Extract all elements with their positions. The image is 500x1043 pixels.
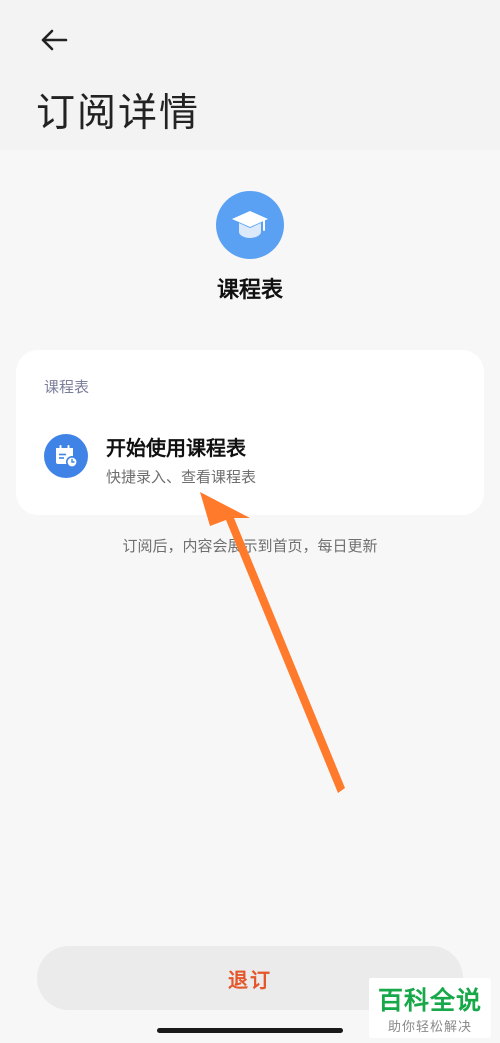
calendar-clock-icon xyxy=(56,445,78,468)
watermark-title: 百科全说 xyxy=(377,986,482,1015)
app-icon xyxy=(216,191,284,259)
item-icon xyxy=(44,434,88,478)
app-name: 课程表 xyxy=(216,278,283,303)
graduation-cap-icon xyxy=(232,211,268,238)
item-subtitle: 快捷录入、查看课程表 xyxy=(106,468,257,486)
start-using-item[interactable]: 开始使用课程表 快捷录入、查看课程表 xyxy=(42,424,462,494)
home-indicator xyxy=(157,1028,343,1033)
watermark-subtitle: 助你轻松解决 xyxy=(387,1020,472,1035)
subscription-card: 课程表 开始使用课程表 快捷录入、查看课程表 xyxy=(16,350,484,515)
watermark-logo: 百科全说 助你轻松解决 xyxy=(369,978,491,1038)
arrow-left-icon xyxy=(41,29,68,51)
item-title: 开始使用课程表 xyxy=(106,436,246,460)
back-button[interactable] xyxy=(34,22,74,58)
card-header: 课程表 xyxy=(44,378,90,396)
annotation-arrow xyxy=(200,492,345,793)
page-title: 订阅详情 xyxy=(36,91,201,136)
info-note: 订阅后，内容会展示到首页，每日更新 xyxy=(122,537,378,555)
